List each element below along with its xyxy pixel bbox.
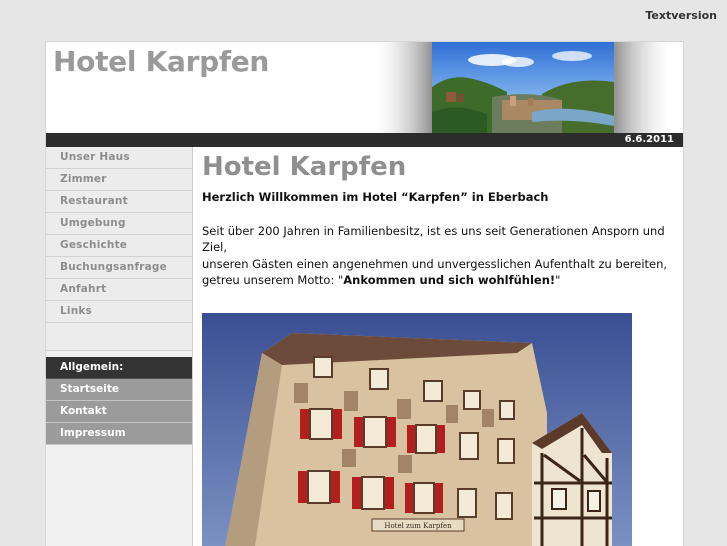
hotel-sign-text: Hotel zum Karpfen [384,522,452,530]
intro-line-3-prefix: getreu unserem Motto: " [202,272,344,287]
nav-item-unser-haus[interactable]: Unser Haus [46,147,192,169]
nav-item-startseite[interactable]: Startseite [46,379,192,401]
intro-text: Seit über 200 Jahren in Familienbesitz, … [202,223,672,288]
nav-item-restaurant[interactable]: Restaurant [46,191,192,213]
nav-item-buchungsanfrage[interactable]: Buchungsanfrage [46,257,192,279]
intro-line-1: Seit über 200 Jahren in Familienbesitz, … [202,224,665,255]
nav-item-links[interactable]: Links [46,301,192,323]
nav-item-geschichte[interactable]: Geschichte [46,235,192,257]
welcome-heading: Herzlich Willkommen im Hotel “Karpfen” i… [202,190,549,204]
nav-spacer [46,323,192,351]
nav-item-impressum[interactable]: Impressum [46,423,192,445]
main-title: Hotel Karpfen [202,152,407,182]
nav-item-zimmer[interactable]: Zimmer [46,169,192,191]
header-fade-right [613,42,669,133]
textversion-link[interactable]: Textversion [645,9,717,22]
site-title: Hotel Karpfen [53,45,270,78]
sidebar: Unser Haus Zimmer Restaurant Umgebung Ge… [46,147,193,546]
intro-line-2: unseren Gästen einen angenehmen und unve… [202,256,668,271]
header-panorama-image [432,42,614,133]
header-fade-left [377,42,433,133]
section-heading-allgemein: Allgemein: [46,357,192,379]
main-content: Hotel Karpfen Herzlich Willkommen im Hot… [202,147,672,546]
nav-item-kontakt[interactable]: Kontakt [46,401,192,423]
hotel-building-photo: Hotel zum Karpfen [202,313,632,546]
nav-item-umgebung[interactable]: Umgebung [46,213,192,235]
motto: Ankommen und sich wohlfühlen! [343,272,556,287]
page-container: Hotel Karpfen 6.6.2011 Unser Haus Zimmer… [45,41,684,546]
intro-line-3: getreu unserem Motto: "Ankommen und sich… [202,272,672,288]
nav-item-anfahrt[interactable]: Anfahrt [46,279,192,301]
intro-line-3-suffix: " [555,272,561,287]
header: Hotel Karpfen [46,42,683,133]
date-bar: 6.6.2011 [46,133,683,147]
